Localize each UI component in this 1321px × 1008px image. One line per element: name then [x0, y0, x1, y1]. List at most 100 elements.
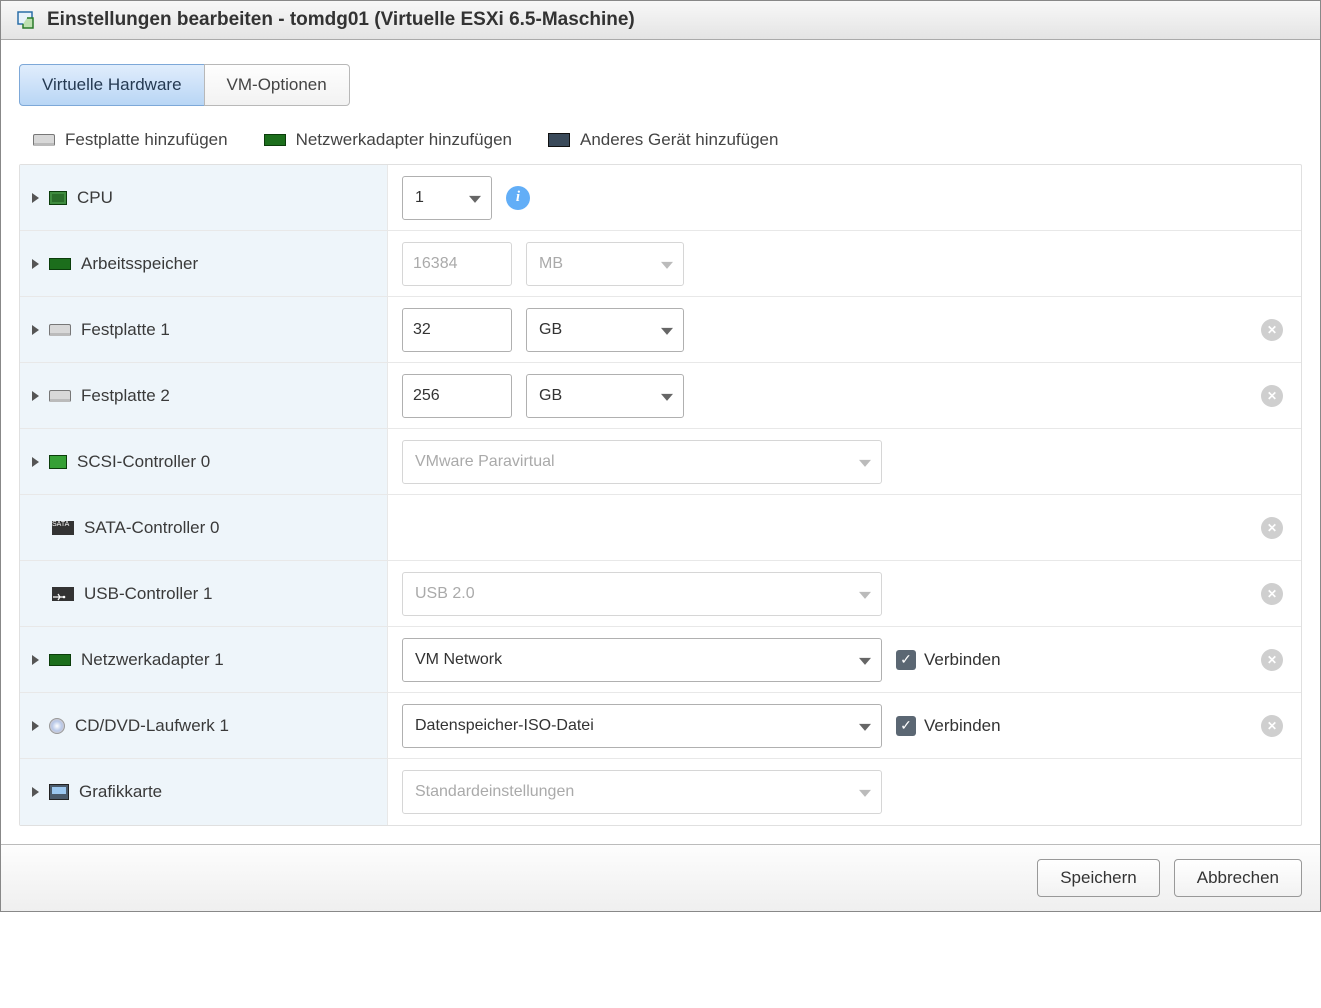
row-disk2: Festplatte 2 GB	[20, 363, 1301, 429]
chevron-down-icon	[661, 261, 673, 268]
cdrom-source-select[interactable]: Datenspeicher-ISO-Datei	[402, 704, 882, 748]
add-other-device-button[interactable]: Anderes Gerät hinzufügen	[548, 130, 778, 150]
scsi-type-value: VMware Paravirtual	[415, 453, 555, 471]
value-cell-sata	[388, 495, 1301, 560]
expand-icon[interactable]	[32, 721, 39, 731]
expand-icon[interactable]	[32, 391, 39, 401]
label-cell-disk1: Festplatte 1	[20, 297, 388, 362]
row-usb: USB-Controller 1 USB 2.0	[20, 561, 1301, 627]
label-cell-usb: USB-Controller 1	[20, 561, 388, 626]
remove-nic-button[interactable]	[1261, 649, 1283, 671]
gpu-label: Grafikkarte	[79, 782, 162, 802]
remove-cdrom-button[interactable]	[1261, 715, 1283, 737]
gpu-settings-select[interactable]: Standardeinstellungen	[402, 770, 882, 814]
value-cell-cdrom: Datenspeicher-ISO-Datei ✓ Verbinden	[388, 693, 1301, 758]
disk2-unit-value: GB	[539, 387, 562, 405]
nic-network-value: VM Network	[415, 651, 502, 669]
label-cell-disk2: Festplatte 2	[20, 363, 388, 428]
chevron-down-icon	[469, 195, 481, 202]
row-memory: Arbeitsspeicher MB	[20, 231, 1301, 297]
title-bar: Einstellungen bearbeiten - tomdg01 (Virt…	[1, 1, 1320, 40]
add-nic-label: Netzwerkadapter hinzufügen	[296, 130, 512, 150]
cdrom-connect-checkbox[interactable]: ✓ Verbinden	[896, 716, 1001, 736]
expand-icon[interactable]	[32, 655, 39, 665]
value-cell-disk2: GB	[388, 363, 1301, 428]
label-cell-memory: Arbeitsspeicher	[20, 231, 388, 296]
disk2-label: Festplatte 2	[81, 386, 170, 406]
expand-icon[interactable]	[32, 259, 39, 269]
ram-icon	[49, 258, 71, 270]
cdrom-label: CD/DVD-Laufwerk 1	[75, 716, 229, 736]
scsi-icon	[49, 455, 67, 469]
nic-connect-checkbox[interactable]: ✓ Verbinden	[896, 650, 1001, 670]
expand-icon[interactable]	[32, 787, 39, 797]
device-icon	[548, 133, 570, 147]
memory-label: Arbeitsspeicher	[81, 254, 198, 274]
scsi-type-select[interactable]: VMware Paravirtual	[402, 440, 882, 484]
disk2-size-input[interactable]	[402, 374, 512, 418]
dialog-footer: Speichern Abbrechen	[1, 844, 1320, 911]
memory-unit-select[interactable]: MB	[526, 242, 684, 286]
sata-label: SATA-Controller 0	[84, 518, 219, 538]
toolbar: Festplatte hinzufügen Netzwerkadapter hi…	[19, 130, 1302, 164]
disk1-unit-select[interactable]: GB	[526, 308, 684, 352]
usb-icon	[52, 587, 74, 601]
disk1-unit-value: GB	[539, 321, 562, 339]
row-scsi: SCSI-Controller 0 VMware Paravirtual	[20, 429, 1301, 495]
cpu-count-value: 1	[415, 189, 424, 207]
tab-virtual-hardware[interactable]: Virtuelle Hardware	[19, 64, 205, 106]
nic-icon	[49, 654, 71, 666]
add-hard-disk-button[interactable]: Festplatte hinzufügen	[33, 130, 228, 150]
cpu-count-select[interactable]: 1	[402, 176, 492, 220]
usb-type-value: USB 2.0	[415, 585, 475, 603]
remove-sata-button[interactable]	[1261, 517, 1283, 539]
expand-icon[interactable]	[32, 193, 39, 203]
remove-disk2-button[interactable]	[1261, 385, 1283, 407]
save-button[interactable]: Speichern	[1037, 859, 1160, 897]
row-cpu: CPU 1 i	[20, 165, 1301, 231]
cdrom-connect-label: Verbinden	[924, 716, 1001, 736]
info-icon[interactable]: i	[506, 186, 530, 210]
usb-type-select[interactable]: USB 2.0	[402, 572, 882, 616]
expand-icon[interactable]	[32, 457, 39, 467]
nic-network-select[interactable]: VM Network	[402, 638, 882, 682]
disk2-unit-select[interactable]: GB	[526, 374, 684, 418]
label-cell-gpu: Grafikkarte	[20, 759, 388, 825]
gpu-settings-value: Standardeinstellungen	[415, 783, 574, 801]
cd-icon	[49, 718, 65, 734]
label-cell-cdrom: CD/DVD-Laufwerk 1	[20, 693, 388, 758]
value-cell-usb: USB 2.0	[388, 561, 1301, 626]
row-nic: Netzwerkadapter 1 VM Network ✓ Verbinden	[20, 627, 1301, 693]
row-cdrom: CD/DVD-Laufwerk 1 Datenspeicher-ISO-Date…	[20, 693, 1301, 759]
label-cell-cpu: CPU	[20, 165, 388, 230]
checkbox-checked-icon: ✓	[896, 716, 916, 736]
label-cell-nic: Netzwerkadapter 1	[20, 627, 388, 692]
tabs: Virtuelle Hardware VM-Optionen	[19, 64, 1302, 106]
add-other-label: Anderes Gerät hinzufügen	[580, 130, 778, 150]
chevron-down-icon	[859, 657, 871, 664]
value-cell-nic: VM Network ✓ Verbinden	[388, 627, 1301, 692]
disk1-size-input[interactable]	[402, 308, 512, 352]
cpu-icon	[49, 191, 67, 205]
value-cell-cpu: 1 i	[388, 165, 1301, 230]
value-cell-gpu: Standardeinstellungen	[388, 759, 1301, 825]
tab-vm-options[interactable]: VM-Optionen	[204, 64, 350, 106]
nic-icon	[264, 134, 286, 146]
add-network-adapter-button[interactable]: Netzwerkadapter hinzufügen	[264, 130, 512, 150]
expand-icon[interactable]	[32, 325, 39, 335]
vm-icon	[15, 9, 37, 31]
memory-unit-value: MB	[539, 255, 563, 273]
add-hard-disk-label: Festplatte hinzufügen	[65, 130, 228, 150]
hdd-icon	[49, 390, 71, 402]
disk1-label: Festplatte 1	[81, 320, 170, 340]
chevron-down-icon	[859, 459, 871, 466]
dialog-title: Einstellungen bearbeiten - tomdg01 (Virt…	[47, 9, 635, 31]
label-cell-sata: SATA SATA-Controller 0	[20, 495, 388, 560]
hdd-icon	[49, 324, 71, 336]
cancel-button[interactable]: Abbrechen	[1174, 859, 1302, 897]
remove-usb-button[interactable]	[1261, 583, 1283, 605]
memory-input[interactable]	[402, 242, 512, 286]
nic-label: Netzwerkadapter 1	[81, 650, 224, 670]
cdrom-source-value: Datenspeicher-ISO-Datei	[415, 717, 594, 735]
remove-disk1-button[interactable]	[1261, 319, 1283, 341]
